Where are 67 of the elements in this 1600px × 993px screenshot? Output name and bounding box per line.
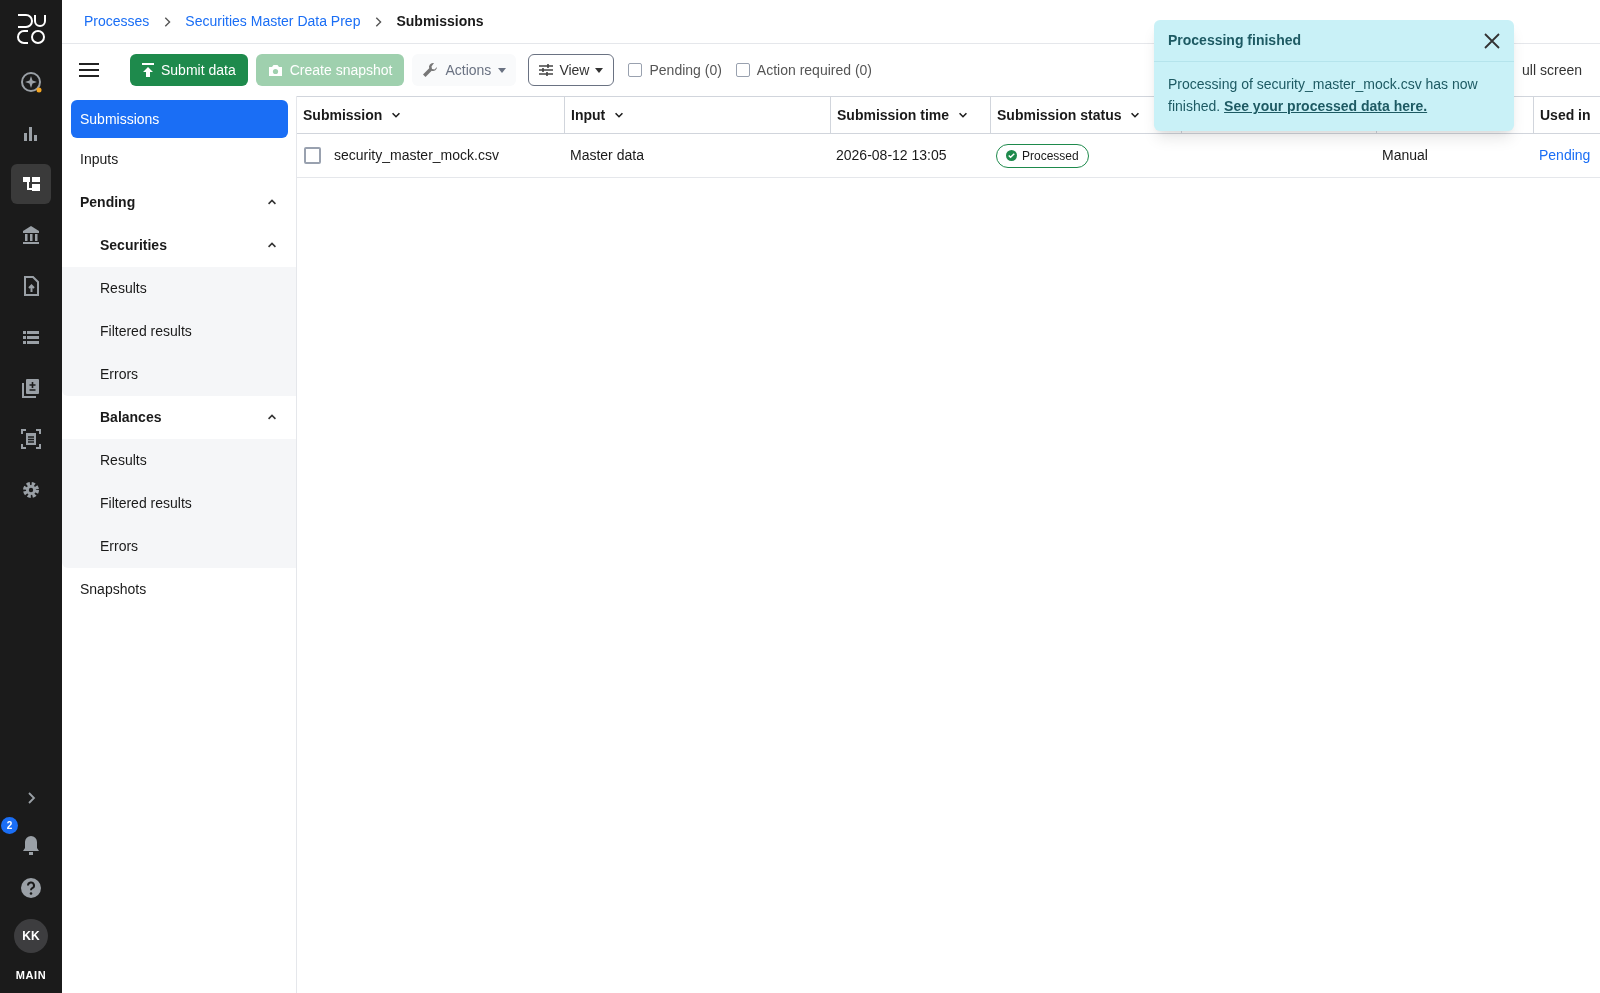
sparkle-icon: [20, 71, 42, 93]
nav-item-label: Securities: [100, 236, 167, 255]
table-cell: 2026-08-12 13:05: [836, 147, 947, 163]
wrench-icon: [422, 62, 439, 78]
logo-icon: [16, 12, 46, 44]
menu-icon[interactable]: [78, 61, 100, 79]
checkbox-label: Action required (0): [756, 60, 873, 80]
fullscreen-button[interactable]: ull screen: [1522, 59, 1582, 81]
column-title: Submission: [303, 105, 383, 125]
environment-label: MAIN: [15, 967, 47, 983]
caret-down-icon: [595, 67, 604, 73]
column-header[interactable]: Submission time: [830, 97, 990, 133]
nav-item[interactable]: Balances: [71, 396, 296, 439]
toast-link[interactable]: See your processed data here.: [1224, 98, 1428, 114]
checkbox[interactable]: [628, 63, 643, 77]
caret-down-icon: [498, 67, 507, 73]
nav-item[interactable]: Submissions: [71, 100, 288, 138]
camera-icon: [267, 63, 283, 77]
nav-item[interactable]: Snapshots: [71, 568, 296, 611]
toast-title: Processing finished: [1168, 31, 1302, 50]
scan-document-icon: [20, 428, 42, 450]
table-cell: Master data: [570, 147, 644, 163]
settings-icon: [20, 479, 42, 501]
sliders-icon: [539, 64, 554, 76]
bank-icon: [20, 224, 42, 246]
nav-item-label: Balances: [100, 408, 162, 427]
bell-icon[interactable]: [21, 833, 41, 856]
check-circle-icon: [1006, 150, 1017, 161]
nav-item-label: Errors: [100, 537, 139, 556]
column-title: Submission time: [837, 105, 950, 125]
close-icon[interactable]: [1484, 32, 1500, 49]
nav-item-label: Results: [100, 279, 147, 298]
toolbar-button[interactable]: View: [528, 54, 615, 86]
nav-item-label: Submissions: [80, 109, 160, 129]
row-checkbox[interactable]: [304, 147, 321, 164]
nav-item[interactable]: Securities: [71, 224, 296, 267]
rail-button[interactable]: [11, 164, 51, 204]
help-icon[interactable]: [20, 876, 42, 899]
breadcrumb-current: Submissions: [396, 12, 484, 31]
column-title: Submission status: [997, 105, 1122, 125]
nav-item-label: Snapshots: [80, 580, 147, 599]
toolbar-button[interactable]: Actions: [412, 54, 517, 86]
nav-item-label: Pending: [80, 193, 136, 212]
breadcrumb-link[interactable]: Processes: [84, 11, 150, 32]
column-title: Input: [571, 105, 606, 125]
notification-badge: 2: [1, 816, 18, 834]
nav-item-label: Filtered results: [100, 494, 192, 513]
breadcrumb-link[interactable]: Securities Master Data Prep: [185, 11, 361, 32]
column-title: Used in: [1540, 105, 1591, 125]
table-cell-text: security_master_mock.csv: [334, 146, 499, 165]
column-header[interactable]: Input: [564, 97, 830, 133]
document-add-icon: [20, 377, 42, 399]
column-header[interactable]: Submission: [297, 97, 564, 133]
column-header[interactable]: Used in: [1533, 97, 1600, 133]
checkbox[interactable]: [735, 63, 750, 77]
nav-item-label: Filtered results: [100, 322, 192, 341]
table-cell: Manual: [1382, 147, 1428, 163]
nav-item-label: Results: [100, 451, 147, 470]
nav-item-label: Inputs: [80, 150, 119, 169]
nav-item-label: Errors: [100, 365, 139, 384]
checkbox-label: Pending (0): [649, 60, 722, 80]
nav-item[interactable]: Inputs: [71, 138, 296, 181]
nav-item[interactable]: Pending: [71, 181, 296, 224]
avatar[interactable]: KK: [14, 918, 48, 953]
table-link[interactable]: Pending: [1539, 147, 1591, 163]
upload-icon: [142, 63, 154, 77]
toolbar-button[interactable]: Submit data: [130, 54, 248, 86]
